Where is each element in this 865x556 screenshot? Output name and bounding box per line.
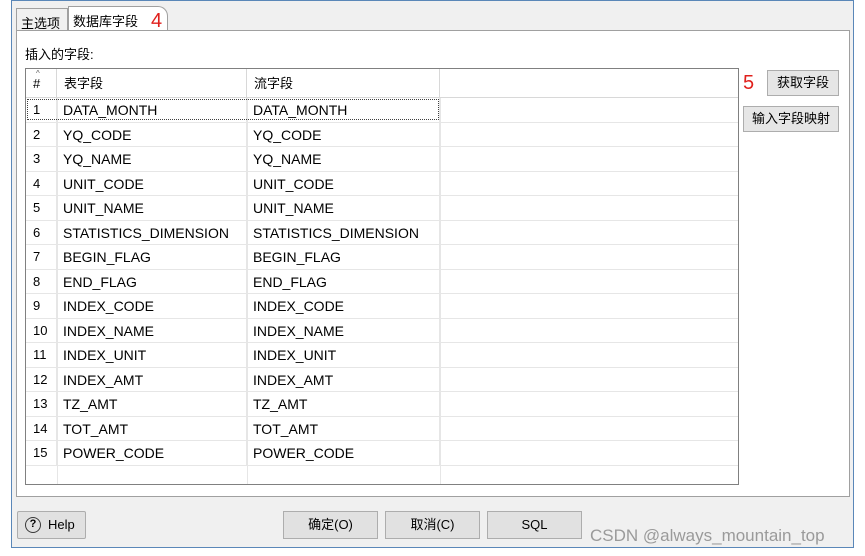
row-number-cell[interactable]: 15	[26, 441, 57, 465]
row-number-cell[interactable]: 2	[26, 122, 57, 147]
table-header: ^ # 表字段 流字段	[26, 69, 738, 98]
input-field-mapping-button[interactable]: 输入字段映射	[743, 106, 839, 132]
tab-main-options[interactable]: 主选项	[16, 8, 68, 31]
row-number-cell[interactable]: 12	[26, 367, 57, 392]
table-row[interactable]: 5 UNIT_NAME UNIT_NAME	[26, 196, 738, 221]
table-field-cell[interactable]: DATA_MONTH	[57, 98, 247, 122]
table-row[interactable]: 8 END_FLAG END_FLAG	[26, 269, 738, 294]
table-row[interactable]: 11 INDEX_UNIT INDEX_UNIT	[26, 343, 738, 368]
inserted-fields-label: 插入的字段:	[25, 47, 94, 62]
table-row[interactable]: 1 DATA_MONTH DATA_MONTH	[26, 98, 738, 123]
stream-field-cell[interactable]: INDEX_CODE	[247, 294, 440, 318]
get-fields-button[interactable]: 获取字段	[767, 70, 839, 96]
table-row[interactable]: 3 YQ_NAME YQ_NAME	[26, 147, 738, 172]
empty-table-row[interactable]	[26, 466, 738, 485]
table-field-cell[interactable]: BEGIN_FLAG	[57, 245, 247, 269]
row-number-cell[interactable]: 4	[26, 171, 57, 196]
table-field-cell[interactable]: INDEX_AMT	[57, 367, 247, 392]
stream-field-cell[interactable]: INDEX_UNIT	[247, 343, 440, 367]
table-row[interactable]: 10 INDEX_NAME INDEX_NAME	[26, 318, 738, 343]
sql-button[interactable]: SQL	[487, 511, 582, 539]
stream-field-cell[interactable]: TOT_AMT	[247, 416, 440, 441]
stream-field-cell[interactable]: BEGIN_FLAG	[247, 245, 440, 269]
table-row[interactable]: 14 TOT_AMT TOT_AMT	[26, 416, 738, 441]
row-number-cell[interactable]: 6	[26, 220, 57, 245]
stream-field-cell[interactable]: INDEX_AMT	[247, 367, 440, 392]
table-row[interactable]: 15 POWER_CODE POWER_CODE	[26, 441, 738, 466]
row-number-cell[interactable]: 11	[26, 343, 57, 367]
row-number-cell[interactable]: 9	[26, 294, 57, 318]
row-number-cell[interactable]: 1	[26, 98, 57, 122]
header-stream-field[interactable]: 流字段	[247, 69, 440, 98]
ok-button[interactable]: 确定(O)	[283, 511, 378, 539]
table-row[interactable]: 2 YQ_CODE YQ_CODE	[26, 122, 738, 147]
help-button[interactable]: ? Help	[17, 511, 86, 539]
stream-field-cell[interactable]: STATISTICS_DIMENSION	[247, 220, 440, 245]
stream-field-cell[interactable]: POWER_CODE	[247, 441, 440, 465]
row-number-cell[interactable]: 8	[26, 269, 57, 294]
row-number-cell[interactable]: 3	[26, 147, 57, 171]
sort-caret-icon: ^	[36, 69, 40, 78]
header-row-number[interactable]: ^ #	[26, 69, 57, 98]
table-field-cell[interactable]: UNIT_CODE	[57, 171, 247, 196]
table-field-cell[interactable]: END_FLAG	[57, 269, 247, 294]
stream-field-cell[interactable]: YQ_NAME	[247, 147, 440, 171]
annotation-marker-5: 5	[743, 72, 755, 94]
watermark-text: CSDN @always_mountain_top	[590, 526, 825, 545]
table-row[interactable]: 7 BEGIN_FLAG BEGIN_FLAG	[26, 245, 738, 270]
table-field-cell[interactable]: STATISTICS_DIMENSION	[57, 220, 247, 245]
table-field-cell[interactable]: YQ_NAME	[57, 147, 247, 171]
row-number-cell[interactable]: 5	[26, 196, 57, 220]
stream-field-cell[interactable]: END_FLAG	[247, 269, 440, 294]
row-number-cell[interactable]: 13	[26, 392, 57, 416]
table-field-cell[interactable]: INDEX_UNIT	[57, 343, 247, 367]
row-number-cell[interactable]: 10	[26, 318, 57, 343]
table-row[interactable]: 12 INDEX_AMT INDEX_AMT	[26, 367, 738, 392]
stream-field-cell[interactable]: DATA_MONTH	[247, 98, 440, 122]
stream-field-cell[interactable]: INDEX_NAME	[247, 318, 440, 343]
database-fields-panel: 插入的字段: ^ # 表字段 流字段 1 DATA_MONTH DATA_MONTH…	[16, 30, 850, 497]
stream-field-cell[interactable]: UNIT_NAME	[247, 196, 440, 220]
header-table-field[interactable]: 表字段	[57, 69, 247, 98]
table-field-cell[interactable]: TZ_AMT	[57, 392, 247, 416]
help-icon: ?	[25, 517, 41, 533]
row-number-cell[interactable]: 14	[26, 416, 57, 441]
table-field-cell[interactable]: YQ_CODE	[57, 122, 247, 147]
table-row[interactable]: 4 UNIT_CODE UNIT_CODE	[26, 171, 738, 196]
stream-field-cell[interactable]: TZ_AMT	[247, 392, 440, 416]
cancel-button[interactable]: 取消(C)	[385, 511, 480, 539]
row-number-cell[interactable]: 7	[26, 245, 57, 269]
stream-field-cell[interactable]: YQ_CODE	[247, 122, 440, 147]
table-row[interactable]: 9 INDEX_CODE INDEX_CODE	[26, 294, 738, 319]
stream-field-cell[interactable]: UNIT_CODE	[247, 171, 440, 196]
table-field-cell[interactable]: TOT_AMT	[57, 416, 247, 441]
table-field-cell[interactable]: UNIT_NAME	[57, 196, 247, 220]
table-row[interactable]: 6 STATISTICS_DIMENSION STATISTICS_DIMENSIO…	[26, 220, 738, 245]
table-field-cell[interactable]: POWER_CODE	[57, 441, 247, 465]
table-row[interactable]: 13 TZ_AMT TZ_AMT	[26, 392, 738, 417]
table-field-cell[interactable]: INDEX_CODE	[57, 294, 247, 318]
field-mapping-table: ^ # 表字段 流字段 1 DATA_MONTH DATA_MONTH 2 YQ_COD…	[25, 68, 739, 485]
table-field-cell[interactable]: INDEX_NAME	[57, 318, 247, 343]
